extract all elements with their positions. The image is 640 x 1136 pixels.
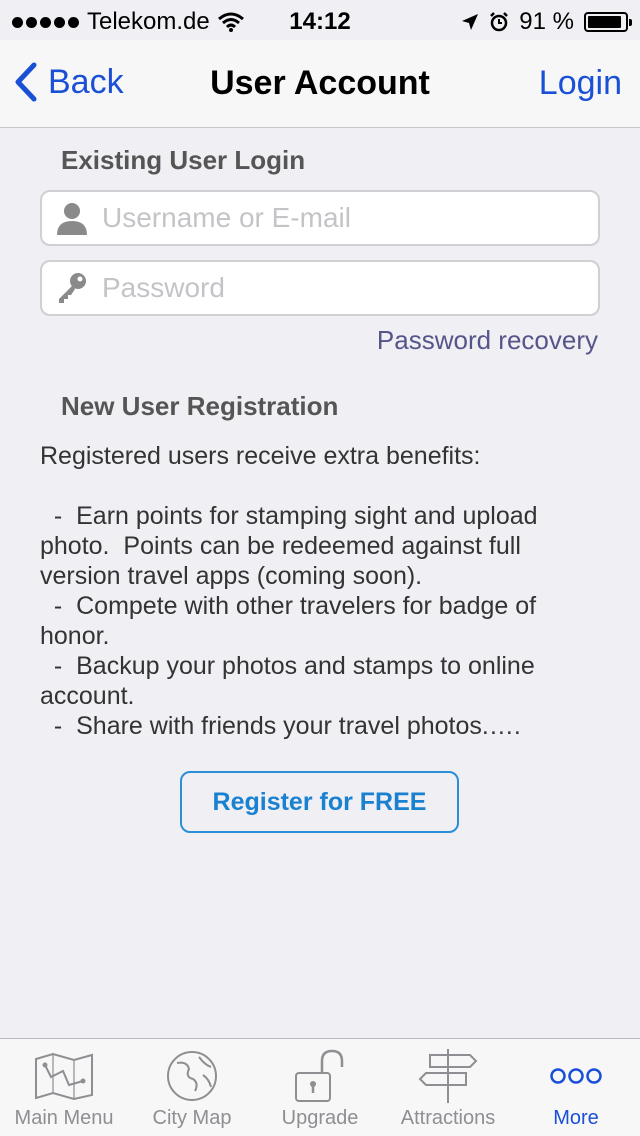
existing-user-heading: Existing User Login xyxy=(61,145,306,175)
username-input[interactable] xyxy=(102,202,598,234)
location-arrow-icon xyxy=(462,14,479,30)
username-field[interactable] xyxy=(40,190,600,246)
password-input[interactable] xyxy=(102,272,598,304)
user-icon xyxy=(42,201,102,235)
map-icon xyxy=(33,1045,95,1107)
battery-icon xyxy=(584,12,632,32)
register-button[interactable]: Register for FREE xyxy=(180,771,459,833)
battery-fill xyxy=(588,16,621,28)
tab-label: Attractions xyxy=(400,1107,496,1129)
back-label: Back xyxy=(48,62,124,101)
chevron-left-icon xyxy=(15,62,37,102)
registration-description: Registered users receive extra benefits:… xyxy=(40,441,600,741)
benefit-item: - Share with friends your travel photos.… xyxy=(40,712,521,740)
registration-intro: Registered users receive extra benefits: xyxy=(40,442,481,470)
navigation-bar: Back User Account Login xyxy=(0,40,640,128)
tab-main-menu[interactable]: Main Menu xyxy=(0,1039,128,1136)
alarm-clock-icon xyxy=(490,12,509,32)
more-icon xyxy=(549,1045,603,1107)
login-button[interactable]: Login xyxy=(539,64,622,103)
unlock-icon xyxy=(292,1045,348,1107)
status-bar: Telekom.de 14:12 91 % xyxy=(0,0,640,40)
registration-heading: New User Registration xyxy=(61,391,339,421)
battery-percent: 91 % xyxy=(519,8,574,35)
tab-label: Upgrade xyxy=(281,1107,359,1129)
tab-attractions[interactable]: Attractions xyxy=(384,1039,512,1136)
tab-label: More xyxy=(553,1107,599,1129)
password-field[interactable] xyxy=(40,260,600,316)
back-button[interactable]: Back xyxy=(14,62,124,102)
tab-label: City Map xyxy=(152,1107,232,1129)
tab-bar: Main Menu City Map Upgrade Attractions M… xyxy=(0,1038,640,1136)
tab-upgrade[interactable]: Upgrade xyxy=(256,1039,384,1136)
benefit-item: - Compete with other travelers for badge… xyxy=(40,592,544,650)
benefit-item: - Earn points for stamping sight and upl… xyxy=(40,502,545,590)
key-icon xyxy=(42,271,102,305)
globe-icon xyxy=(165,1045,219,1107)
tab-more[interactable]: More xyxy=(512,1039,640,1136)
tab-city-map[interactable]: City Map xyxy=(128,1039,256,1136)
signpost-icon xyxy=(418,1045,478,1107)
tab-label: Main Menu xyxy=(14,1107,114,1129)
password-recovery-link[interactable]: Password recovery xyxy=(377,325,598,356)
benefit-item: - Backup your photos and stamps to onlin… xyxy=(40,652,542,710)
